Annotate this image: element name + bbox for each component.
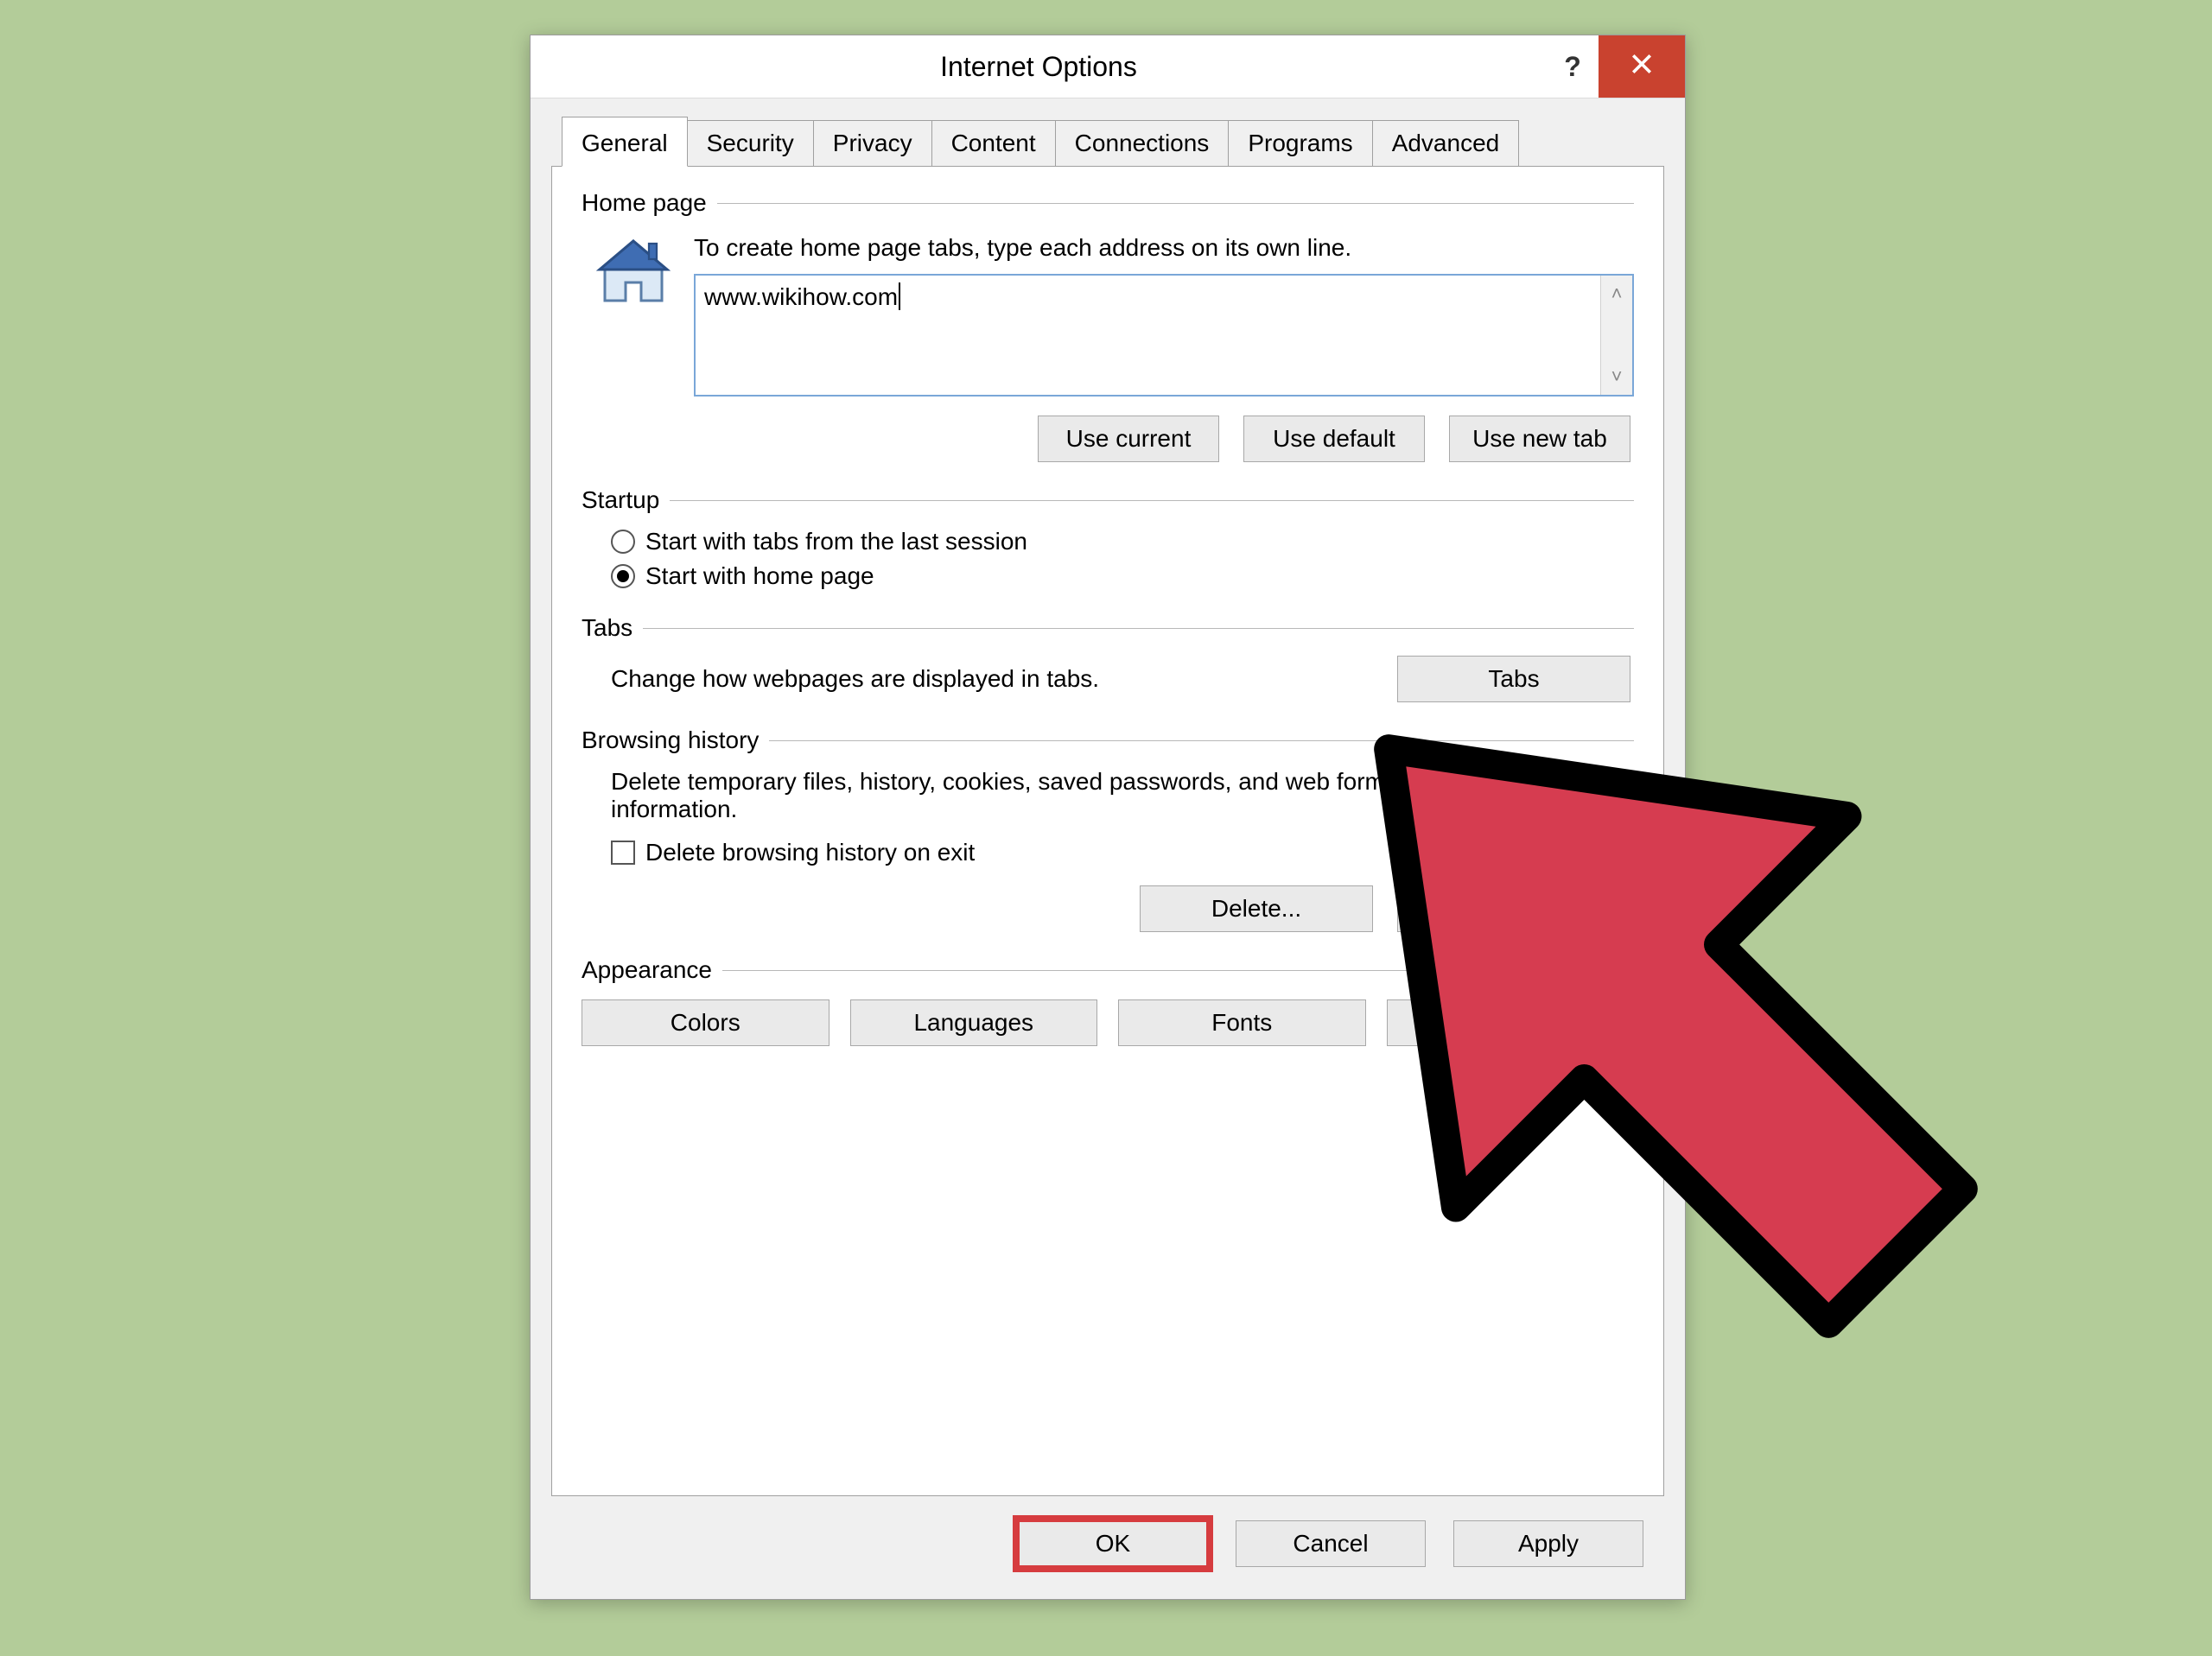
use-current-button[interactable]: Use current [1038,416,1219,462]
divider [643,628,1634,629]
tab-advanced[interactable]: Advanced [1372,120,1520,166]
internet-options-dialog: Internet Options ? General Security Priv… [530,35,1686,1600]
use-new-tab-button[interactable]: Use new tab [1449,416,1630,462]
group-tabs: Tabs Change how webpages are displayed i… [582,614,1634,702]
accessibility-button[interactable]: Accessibility [1387,999,1635,1046]
scrollbar[interactable]: ˄ ˅ [1600,276,1632,395]
divider [769,740,1634,741]
cancel-button[interactable]: Cancel [1236,1520,1426,1567]
group-appearance: Appearance Colors Languages Fonts Access… [582,956,1634,1046]
home-page-input[interactable]: www.wikihow.com ˄ ˅ [694,274,1634,397]
radio-home-page[interactable] [611,564,635,588]
tab-security[interactable]: Security [687,120,814,166]
close-icon [1630,53,1653,81]
browsing-history-description: Delete temporary files, history, cookies… [611,768,1475,823]
tabs-button[interactable]: Tabs [1397,656,1630,702]
tab-privacy[interactable]: Privacy [813,120,932,166]
tab-panel-general: Home page To create home page tabs, type… [551,166,1664,1496]
history-settings-button[interactable]: Settings [1397,885,1630,932]
fonts-button[interactable]: Fonts [1118,999,1366,1046]
colors-button[interactable]: Colors [582,999,830,1046]
dialog-title: Internet Options [531,51,1547,83]
divider [722,970,1634,971]
tab-programs[interactable]: Programs [1228,120,1372,166]
divider [670,500,1634,501]
home-icon [592,231,675,320]
titlebar: Internet Options ? [531,35,1685,98]
group-startup-label: Startup [582,486,659,514]
apply-button[interactable]: Apply [1453,1520,1643,1567]
dialog-client: General Security Privacy Content Connect… [531,98,1685,1599]
text-caret [899,282,900,310]
ok-button[interactable]: OK [1018,1520,1208,1567]
tabs-description: Change how webpages are displayed in tab… [611,665,1099,693]
scroll-down-icon[interactable]: ˅ [1611,365,1623,388]
delete-button[interactable]: Delete... [1140,885,1373,932]
scroll-up-icon[interactable]: ˄ [1611,282,1623,305]
help-button[interactable]: ? [1547,35,1599,98]
tab-content[interactable]: Content [931,120,1056,166]
tab-general[interactable]: General [562,117,688,167]
group-tabs-label: Tabs [582,614,632,642]
tab-strip: General Security Privacy Content Connect… [551,111,1664,166]
home-page-instruction: To create home page tabs, type each addr… [694,234,1634,262]
group-browsing-history-label: Browsing history [582,726,759,754]
delete-on-exit-checkbox[interactable] [611,841,635,865]
group-home-page-label: Home page [582,189,707,217]
tab-connections[interactable]: Connections [1055,120,1230,166]
languages-button[interactable]: Languages [850,999,1098,1046]
group-home-page: Home page To create home page tabs, type… [582,189,1634,462]
group-browsing-history: Browsing history Delete temporary files,… [582,726,1634,932]
divider [717,203,1634,204]
close-button[interactable] [1599,35,1685,98]
radio-last-session[interactable] [611,530,635,554]
group-appearance-label: Appearance [582,956,712,984]
group-startup: Startup Start with tabs from the last se… [582,486,1634,590]
radio-home-page-label: Start with home page [645,562,874,590]
use-default-button[interactable]: Use default [1243,416,1425,462]
radio-last-session-label: Start with tabs from the last session [645,528,1027,555]
dialog-footer: OK Cancel Apply [551,1496,1664,1567]
delete-on-exit-label: Delete browsing history on exit [645,839,975,866]
home-page-value: www.wikihow.com [704,283,898,310]
